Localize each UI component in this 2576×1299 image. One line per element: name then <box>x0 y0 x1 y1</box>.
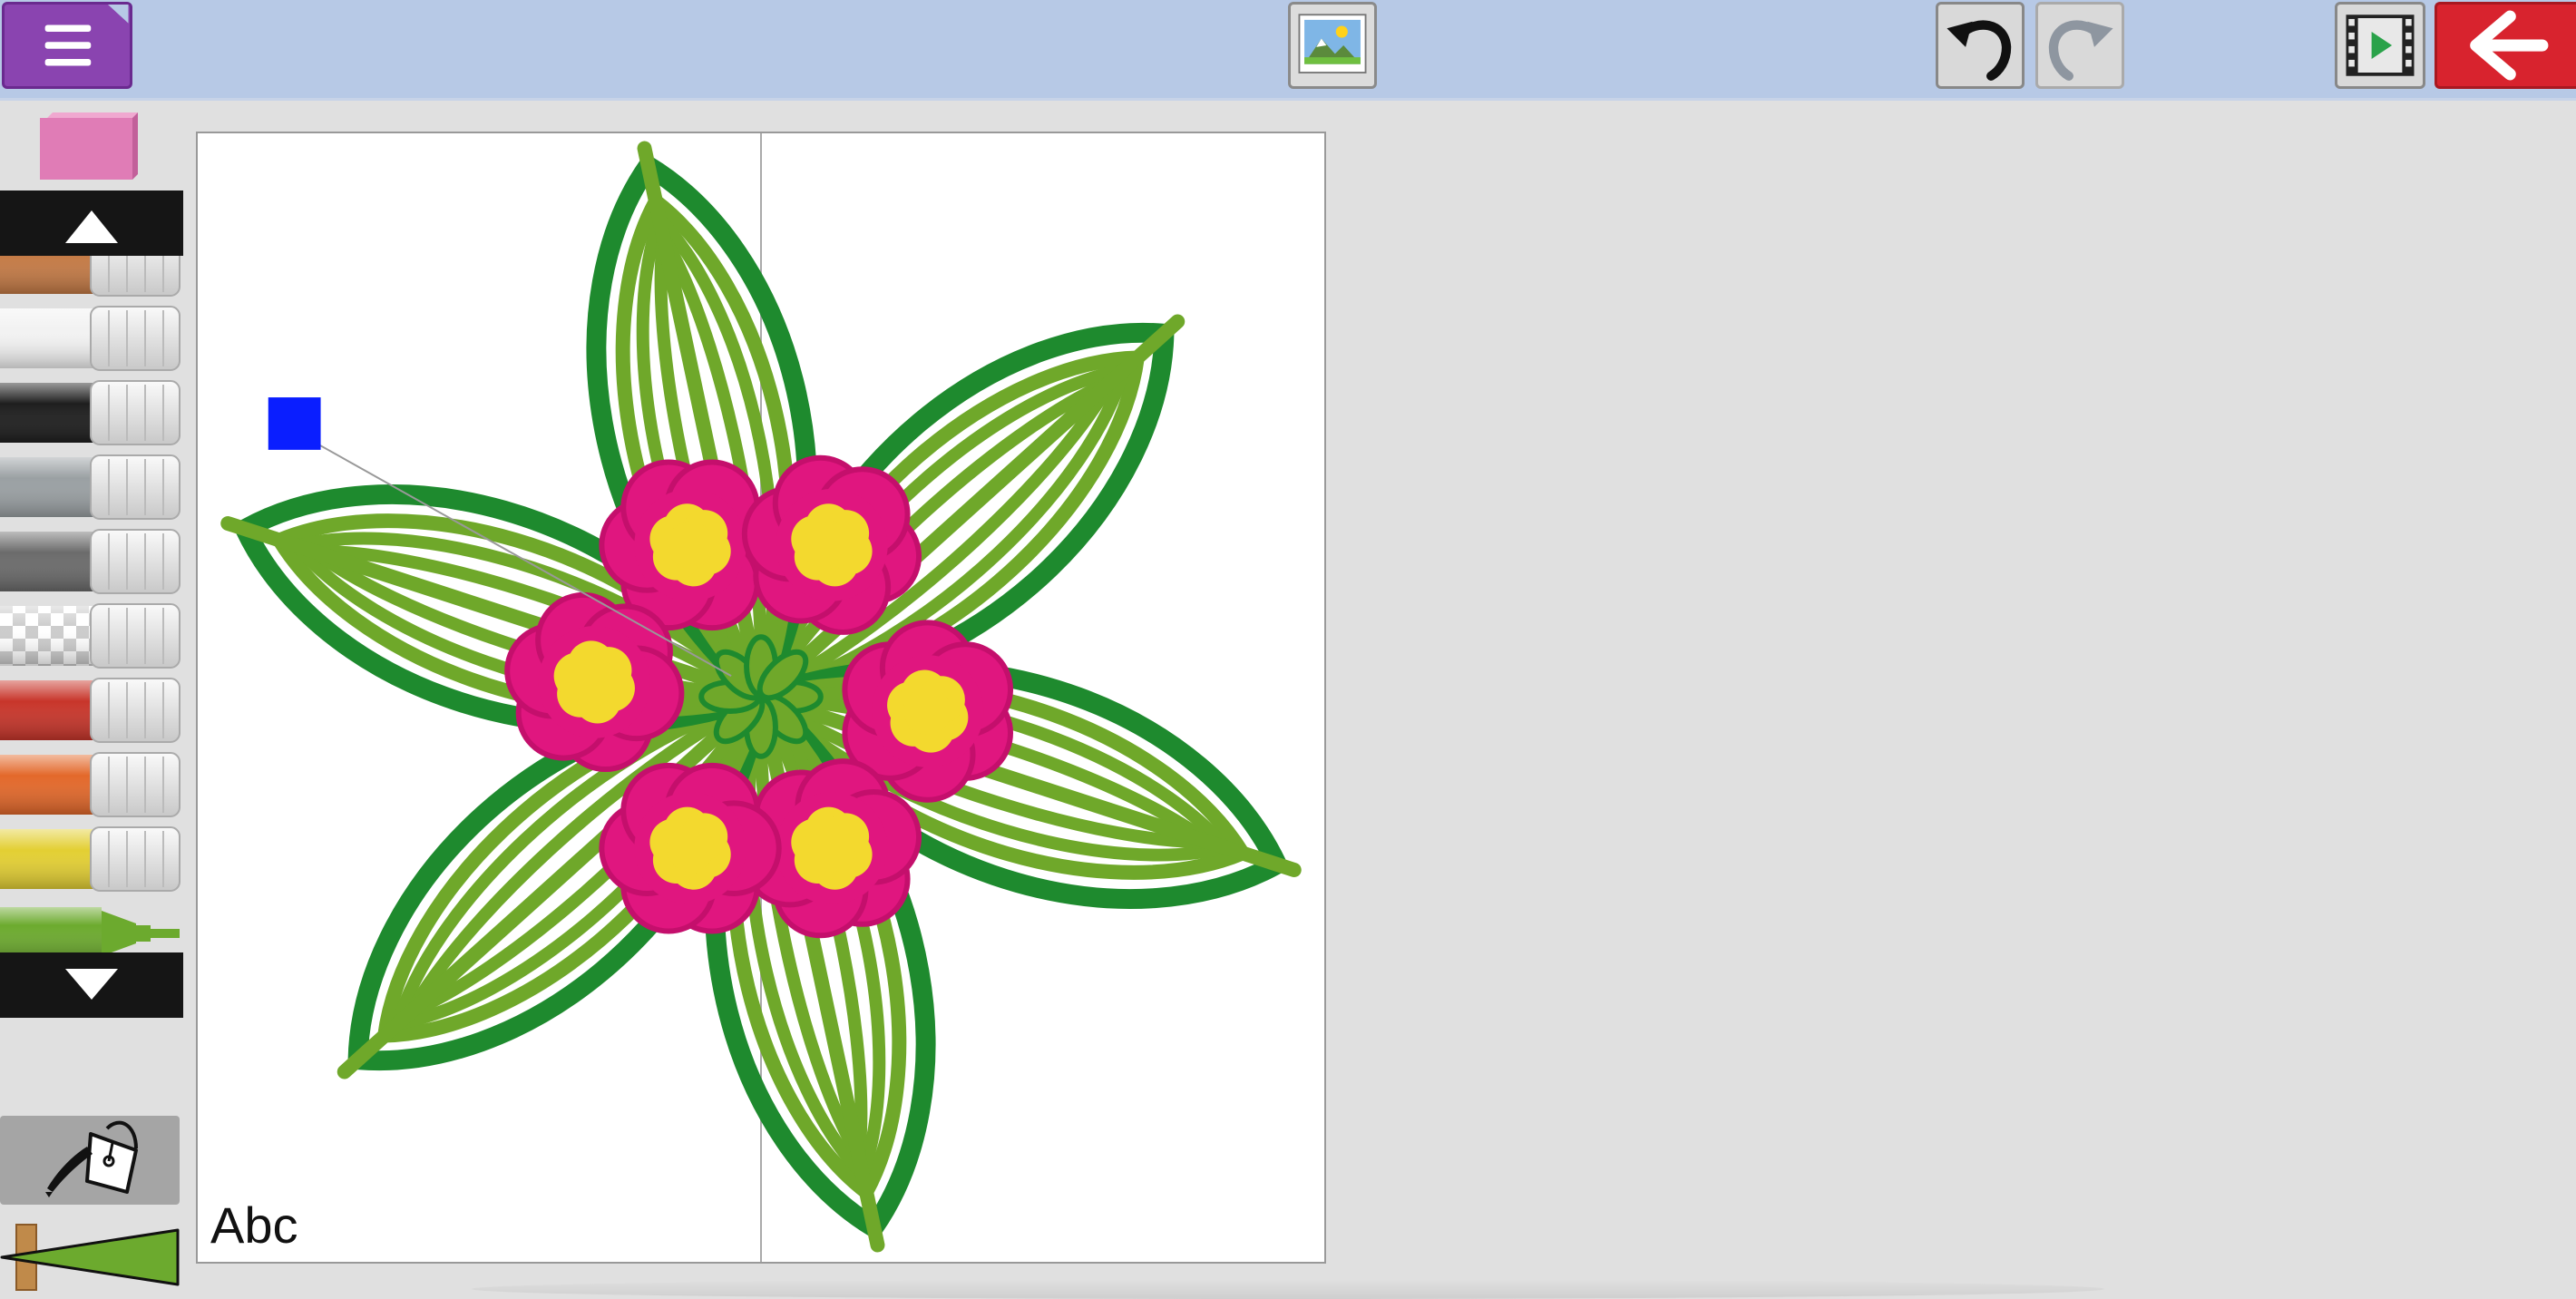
color-marker-red[interactable] <box>0 675 183 746</box>
flower-center <box>903 688 951 735</box>
palette-scroll-down-button[interactable] <box>0 952 183 1018</box>
triangle-up-icon <box>65 210 118 243</box>
marker-icon <box>0 752 181 817</box>
marker-icon <box>0 529 181 594</box>
bottom-shadow <box>472 1279 2104 1299</box>
drawing-canvas[interactable]: Abc <box>196 132 1326 1264</box>
flower-center <box>808 825 855 873</box>
undo-button[interactable] <box>1936 2 2025 89</box>
top-toolbar <box>0 0 2576 101</box>
marker-icon <box>0 826 181 892</box>
redo-button[interactable] <box>2035 2 2124 89</box>
marker-icon <box>0 907 180 952</box>
flower-center <box>667 521 714 569</box>
menu-icon <box>44 5 129 66</box>
flower-center <box>571 659 619 706</box>
paint-bucket-icon <box>45 1120 138 1197</box>
marker-icon <box>0 306 181 371</box>
back-arrow-icon <box>2470 10 2549 81</box>
flower-center <box>667 825 714 873</box>
color-marker-transparent[interactable] <box>0 601 183 671</box>
color-marker-white[interactable] <box>0 303 183 374</box>
flower-drawing <box>220 133 1302 1262</box>
image-gallery-button[interactable] <box>1288 2 1377 89</box>
color-marker-green[interactable] <box>0 898 183 952</box>
triangle-down-icon <box>65 969 118 1000</box>
redo-icon <box>2048 20 2113 81</box>
color-marker-black[interactable] <box>0 377 183 448</box>
marker-icon <box>0 454 181 520</box>
slideshow-button[interactable] <box>2335 2 2425 89</box>
menu-button[interactable] <box>2 2 132 89</box>
marker-icon <box>0 256 181 297</box>
marker-icon <box>0 380 181 445</box>
color-marker-light-gray[interactable] <box>0 452 183 523</box>
marker-icon <box>0 678 181 743</box>
text-tool-label[interactable]: Abc <box>210 1196 298 1255</box>
eraser-icon <box>40 112 138 180</box>
eraser-tool[interactable] <box>38 111 140 181</box>
brush-size-icon <box>0 1224 180 1291</box>
fill-tool-button[interactable] <box>0 1116 180 1205</box>
flower-center <box>808 521 855 569</box>
color-marker-yellow[interactable] <box>0 824 183 894</box>
brush-size-selector[interactable] <box>0 1221 183 1294</box>
marker-icon <box>0 603 181 669</box>
color-palette <box>0 256 183 952</box>
color-marker-brown[interactable] <box>0 256 183 299</box>
palette-scroll-up-button[interactable] <box>0 190 183 256</box>
color-marker-orange[interactable] <box>0 749 183 820</box>
undo-icon <box>1947 20 2012 81</box>
selected-color-swatch <box>268 397 321 450</box>
film-play-icon <box>2346 15 2415 76</box>
image-icon <box>1298 14 1367 73</box>
flower-5 <box>599 762 782 934</box>
back-button[interactable] <box>2435 2 2576 89</box>
color-marker-dark-gray[interactable] <box>0 526 183 597</box>
